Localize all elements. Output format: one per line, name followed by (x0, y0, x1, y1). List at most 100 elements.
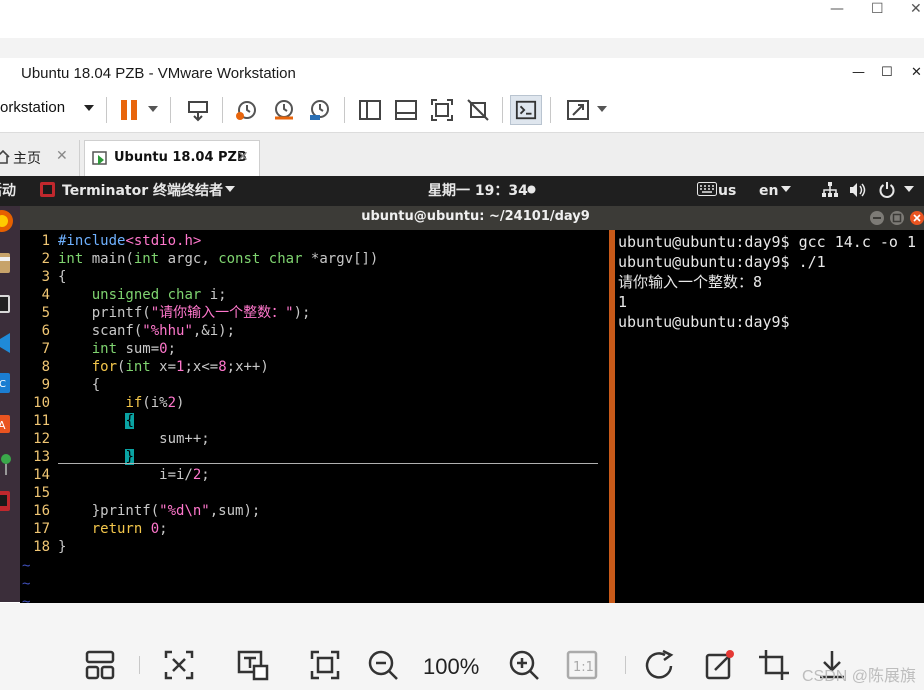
code-token: sum= (117, 341, 160, 357)
vim-empty-line-marker: ~ (22, 594, 31, 603)
tab-home-close-icon[interactable]: ✕ (56, 148, 68, 164)
line-number: 11 (33, 413, 50, 429)
vim-line: 5 printf("请你输入一个整数："); (22, 304, 608, 322)
notification-dot-icon (527, 185, 536, 194)
toolbar-separator (550, 97, 551, 123)
line-number: 4 (41, 287, 50, 303)
app-menu-dropdown-icon[interactable] (225, 186, 235, 193)
line-number: 8 (41, 359, 50, 375)
clock[interactable]: 星期一 19：34 (428, 183, 528, 199)
code-token: int (133, 251, 160, 267)
actual-size-icon[interactable]: 1:1 (565, 648, 599, 682)
zoom-in-icon[interactable] (507, 648, 541, 682)
pause-icon[interactable] (120, 98, 140, 122)
edit-icon[interactable] (703, 648, 737, 682)
svg-text:A: A (0, 419, 6, 432)
pause-dropdown-icon[interactable] (148, 105, 158, 113)
store-icon[interactable]: A (0, 412, 12, 434)
code-token: ); (293, 305, 311, 321)
vim-line: 1 #include<stdio.h> (22, 232, 608, 250)
console-view-button[interactable] (510, 95, 542, 125)
crop-icon[interactable] (162, 648, 196, 682)
toolbar-separator (344, 97, 345, 123)
thumbnail-bar-icon[interactable] (394, 98, 418, 122)
viewer-close-button[interactable]: ✕ (910, 1, 922, 17)
workstation-menu-dropdown-icon[interactable] (84, 104, 94, 112)
vmware-maximize-button[interactable]: ☐ (881, 66, 893, 80)
language-dropdown-icon[interactable] (781, 186, 791, 193)
code-token: argc, (159, 251, 219, 267)
code-token: return (91, 521, 143, 537)
code-token: 0 (159, 341, 168, 357)
network-icon[interactable] (822, 182, 838, 198)
code-token: unsigned (91, 287, 160, 303)
snapshot-icon[interactable] (234, 98, 258, 122)
tab-ubuntu-vm-close-icon[interactable]: ✕ (237, 149, 249, 165)
terminal-launcher-icon[interactable] (0, 294, 12, 314)
svg-text:1:1: 1:1 (573, 660, 594, 675)
app-icon[interactable] (0, 452, 14, 476)
zoom-out-icon[interactable] (366, 648, 400, 682)
viewer-minimize-button[interactable]: — (830, 1, 844, 17)
workstation-menu[interactable]: orkstation (0, 99, 65, 116)
code-token: 0 (150, 521, 160, 537)
shell-line: ubuntu@ubuntu:day9$ ./1 (618, 253, 826, 271)
code-token: main( (83, 251, 134, 267)
full-screen-icon[interactable] (430, 98, 454, 122)
terminal-close-icon[interactable] (909, 210, 924, 226)
system-menu-dropdown-icon[interactable] (904, 186, 914, 193)
crop-tool-icon[interactable] (757, 648, 791, 682)
vmware-minimize-button[interactable]: — (852, 66, 865, 80)
snapshot-manager-icon[interactable] (308, 98, 332, 122)
send-ctrl-alt-del-icon[interactable] (186, 98, 210, 122)
shell-prompt: ubuntu@ubuntu:day9$ (618, 313, 790, 331)
vim-line: 18} (22, 538, 608, 556)
terminal-maximize-icon[interactable] (889, 210, 905, 226)
rotate-icon[interactable] (643, 648, 677, 682)
keyboard-layout[interactable]: us (718, 183, 736, 199)
vmware-close-button[interactable]: ✕ (911, 66, 922, 80)
code-token: i=i/ (58, 467, 193, 483)
code-token: const (218, 251, 261, 267)
app-menu[interactable]: Terminator 终端终结者 (62, 183, 223, 199)
power-icon[interactable] (879, 181, 895, 198)
line-number: 13 (33, 449, 50, 465)
code-token: printf( (58, 305, 151, 321)
code-token: "%hhu" (142, 323, 193, 339)
code-token: char (167, 287, 202, 303)
fit-screen-icon[interactable] (308, 648, 342, 682)
line-number: 6 (41, 323, 50, 339)
vscode-icon[interactable] (0, 332, 12, 354)
viewer-maximize-button[interactable]: ☐ (871, 1, 884, 17)
input-language[interactable]: en (759, 183, 778, 199)
line-number: 2 (41, 251, 50, 267)
vim-line: 12 sum++; (22, 430, 608, 448)
stretch-guest-icon[interactable] (566, 98, 590, 122)
shell-line: 请你输入一个整数：8 (618, 273, 763, 291)
files-icon[interactable] (0, 252, 12, 274)
toolbar-separator (625, 656, 626, 674)
revert-snapshot-icon[interactable] (272, 98, 296, 122)
tab-home[interactable]: 主页 ✕ (0, 140, 80, 176)
software-center-icon[interactable]: C (0, 372, 12, 394)
terminal-minimize-icon[interactable] (869, 210, 885, 226)
toolbar-separator (139, 656, 140, 674)
activities-button[interactable]: 活动 (0, 183, 16, 199)
code-token: ; (159, 521, 168, 537)
vim-line: 14 i=i/2; (22, 466, 608, 484)
tab-ubuntu-vm[interactable]: Ubuntu 18.04 PZB ✕ (84, 140, 260, 176)
line-number: 9 (41, 377, 50, 393)
vim-line: 4 unsigned char i; (22, 286, 608, 304)
firefox-icon[interactable] (0, 208, 14, 234)
text-recognition-icon[interactable] (236, 648, 270, 682)
zoom-level: 100% (423, 654, 480, 679)
layout-icon[interactable] (83, 648, 117, 682)
show-library-icon[interactable] (358, 98, 382, 122)
volume-icon[interactable] (849, 182, 867, 198)
unity-mode-icon[interactable] (466, 98, 490, 122)
watermark: CSDN @陈展旗 (802, 668, 917, 685)
stretch-dropdown-icon[interactable] (597, 105, 607, 113)
terminator-launcher-icon[interactable] (0, 490, 12, 512)
